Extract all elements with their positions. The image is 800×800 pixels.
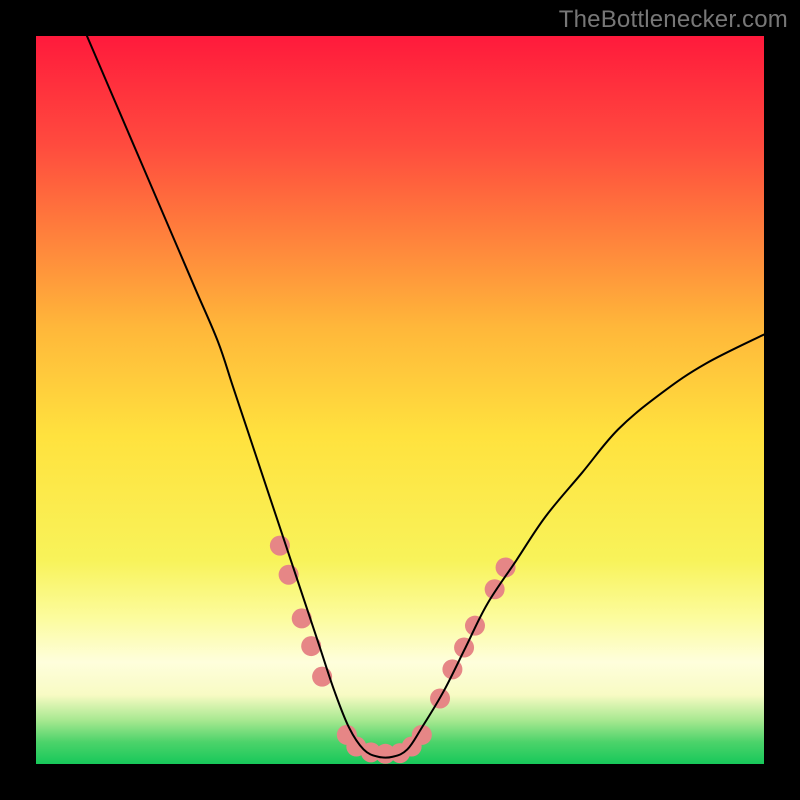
watermark-text: TheBottlenecker.com <box>559 6 788 34</box>
plot-area <box>36 36 764 764</box>
chart-frame: TheBottlenecker.com <box>0 0 800 800</box>
marker-dot <box>301 636 321 656</box>
marker-dot <box>454 638 474 658</box>
gradient-background <box>36 36 764 764</box>
bottleneck-chart <box>36 36 764 764</box>
